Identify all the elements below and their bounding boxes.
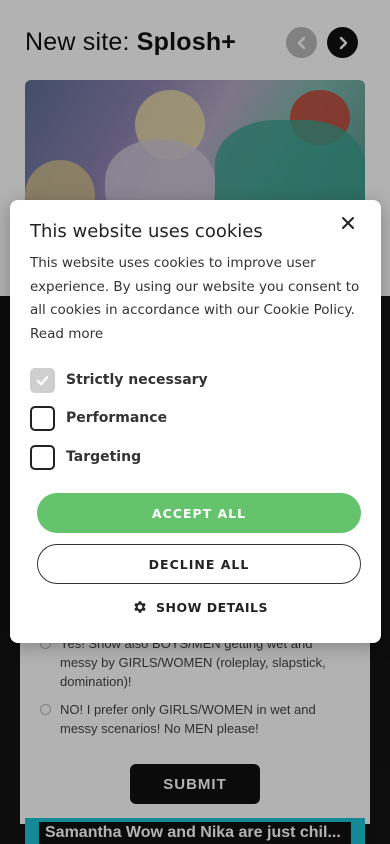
option-performance[interactable]: Performance [30, 405, 167, 431]
gear-icon [134, 601, 146, 613]
dialog-description: This website uses cookies to improve use… [30, 255, 360, 318]
show-details-button[interactable]: SHOW DETAILS [132, 599, 268, 615]
option-label: Performance [66, 410, 168, 426]
option-label: Targeting [66, 449, 142, 465]
option-targeting[interactable]: Targeting [30, 444, 141, 470]
checkbox-checked-disabled [30, 367, 55, 393]
dialog-body: This website uses cookies to improve use… [30, 252, 362, 346]
accept-all-button[interactable]: ACCEPT ALL [37, 493, 361, 533]
cookie-consent-dialog: This website uses cookies This website u… [10, 200, 381, 643]
option-label: Strictly necessary [66, 372, 208, 388]
decline-all-button[interactable]: DECLINE ALL [37, 544, 361, 584]
dialog-title: This website uses cookies [30, 221, 263, 242]
option-strictly-necessary[interactable]: Strictly necessary [30, 367, 208, 393]
checkmark-icon [36, 375, 49, 385]
checkbox[interactable] [30, 444, 55, 470]
close-icon [342, 217, 354, 229]
show-details-label: SHOW DETAILS [156, 599, 268, 615]
read-more-link[interactable]: Read more [30, 326, 103, 342]
checkbox[interactable] [30, 405, 55, 431]
close-button[interactable] [338, 213, 358, 233]
